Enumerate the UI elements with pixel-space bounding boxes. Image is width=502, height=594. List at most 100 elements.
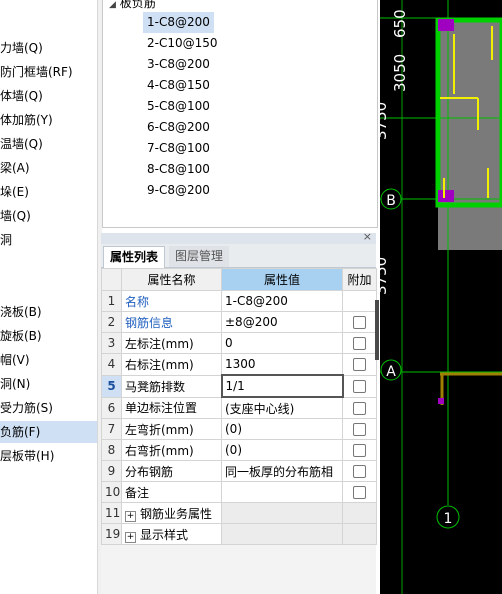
column-marker [438, 398, 444, 404]
extra-checkbox[interactable] [353, 316, 366, 329]
extra-checkbox[interactable] [353, 465, 366, 478]
property-extra-cell [342, 523, 377, 545]
cad-canvas[interactable]: 650 3050 3750 3750 B A 1 [380, 0, 502, 594]
property-row-selected[interactable]: 5 马凳筋排数 1/1 [101, 374, 377, 398]
nav-item[interactable]: 力墙(Q) [0, 37, 43, 59]
tree-item[interactable]: 3-C8@200 [143, 54, 214, 75]
extra-checkbox[interactable] [353, 423, 366, 436]
tree-item[interactable]: 1-C8@200 [143, 12, 214, 33]
row-number: 7 [101, 418, 122, 440]
property-row[interactable]: 8 右弯折(mm) (0) [101, 439, 377, 461]
extra-checkbox[interactable] [353, 380, 367, 393]
property-row[interactable]: 6 单边标注位置 (支座中心线) [101, 396, 377, 419]
column-header-value: 属性值 [221, 268, 343, 291]
row-number: 5 [101, 374, 122, 398]
nav-item[interactable]: 体加筋(Y) [0, 109, 53, 131]
nav-item[interactable]: 垛(E) [0, 181, 29, 203]
property-value[interactable]: ±8@200 [221, 311, 343, 333]
row-number-header [101, 268, 122, 291]
tree-root[interactable]: ◢ 板负筋 [109, 0, 156, 12]
dimension-label: 3750 [380, 257, 390, 295]
tree-item[interactable]: 4-C8@150 [143, 75, 214, 96]
property-value[interactable]: (支座中心线) [221, 396, 343, 419]
row-number: 10 [101, 481, 122, 503]
property-value[interactable]: (0) [221, 439, 343, 461]
nav-item[interactable]: 受力筋(S) [0, 397, 53, 419]
tree-item[interactable]: 6-C8@200 [143, 117, 214, 138]
tree-item[interactable]: 7-C8@100 [143, 138, 214, 159]
property-value[interactable]: 1-C8@200 [221, 290, 343, 312]
nav-item[interactable]: 防门框墙(RF) [0, 61, 73, 83]
property-row[interactable]: 10 备注 [101, 481, 377, 503]
row-number: 9 [101, 460, 122, 482]
collapse-triangle-icon[interactable]: ◢ [109, 0, 116, 10]
nav-item[interactable]: 洞(N) [0, 373, 30, 395]
expand-plus-icon[interactable]: + [125, 531, 136, 543]
property-row[interactable]: 7 左弯折(mm) (0) [101, 418, 377, 440]
nav-item[interactable]: 温墙(Q) [0, 133, 43, 155]
tree-item[interactable]: 2-C10@150 [143, 33, 222, 54]
panel-tabs: 属性列表 图层管理 [101, 244, 376, 268]
nav-item[interactable]: 旋板(B) [0, 325, 42, 347]
row-number: 8 [101, 439, 122, 461]
property-value[interactable]: 同一板厚的分布筋相 [221, 460, 343, 482]
property-group-row[interactable]: 19 + 显示样式 [101, 523, 377, 545]
extra-checkbox[interactable] [353, 358, 366, 372]
nav-item-selected[interactable]: 负筋(F) [0, 421, 97, 443]
row-number: 19 [101, 523, 122, 545]
extra-checkbox[interactable] [353, 486, 366, 499]
row-number: 2 [101, 311, 122, 333]
group-label: 显示样式 [140, 527, 189, 542]
tree-item[interactable]: 8-C8@100 [143, 159, 214, 180]
row-number: 6 [101, 396, 122, 419]
property-extra-cell [342, 502, 377, 524]
properties-panel: × 属性列表 图层管理 属性名称 属性值 附加 1 名称 1-C8@200 2 … [101, 230, 377, 594]
nav-item[interactable]: 梁(A) [0, 157, 30, 179]
property-group-name[interactable]: + 钢筋业务属性 [121, 502, 222, 524]
property-value-editor[interactable]: 1/1 [220, 374, 344, 398]
property-group-row[interactable]: 11 + 钢筋业务属性 [101, 502, 377, 524]
axis-label: B [386, 193, 396, 209]
nav-item[interactable]: 层板带(H) [0, 445, 54, 467]
extra-checkbox[interactable] [353, 401, 366, 415]
property-name: 右弯折(mm) [121, 439, 222, 461]
property-row[interactable]: 1 名称 1-C8@200 [101, 290, 377, 312]
property-row[interactable]: 3 左标注(mm) 0 [101, 332, 377, 354]
property-value[interactable] [221, 481, 343, 503]
property-extra-cell [342, 374, 377, 398]
property-value [221, 502, 343, 524]
row-number: 1 [101, 290, 122, 312]
component-type-nav: 力墙(Q) 防门框墙(RF) 体墙(Q) 体加筋(Y) 温墙(Q) 梁(A) 垛… [0, 0, 97, 594]
close-icon[interactable]: × [363, 230, 372, 243]
property-value [221, 523, 343, 545]
panel-scrollbar[interactable] [375, 300, 379, 360]
property-name: 备注 [121, 481, 222, 503]
nav-item[interactable]: 体墙(Q) [0, 85, 43, 107]
nav-item[interactable]: 帽(V) [0, 349, 30, 371]
tab-property-list[interactable]: 属性列表 [103, 246, 166, 268]
property-row[interactable]: 2 钢筋信息 ±8@200 [101, 311, 377, 333]
property-row[interactable]: 9 分布钢筋 同一板厚的分布筋相 [101, 460, 377, 482]
extra-checkbox[interactable] [353, 444, 366, 457]
property-group-name[interactable]: + 显示样式 [121, 523, 222, 545]
nav-item[interactable]: 浇板(B) [0, 301, 42, 323]
axis-label: 1 [444, 511, 453, 527]
property-value[interactable]: 0 [221, 332, 343, 354]
property-extra-cell [342, 418, 377, 440]
axis-label: A [386, 364, 396, 380]
nav-item[interactable]: 洞 [0, 229, 12, 251]
row-number: 11 [101, 502, 122, 524]
tree-item[interactable]: 9-C8@200 [143, 180, 214, 201]
tab-layer-management[interactable]: 图层管理 [169, 246, 230, 267]
property-value[interactable]: (0) [221, 418, 343, 440]
tree-item[interactable]: 5-C8@100 [143, 96, 214, 117]
property-value[interactable]: 1300 [221, 353, 343, 376]
nav-item[interactable]: 墙(Q) [0, 205, 31, 227]
property-row[interactable]: 4 右标注(mm) 1300 [101, 353, 377, 376]
property-extra-cell [342, 332, 377, 354]
group-label: 钢筋业务属性 [140, 506, 213, 521]
cad-drawing-viewport[interactable]: 650 3050 3750 3750 B A 1 [380, 0, 502, 594]
row-number: 3 [101, 332, 122, 354]
extra-checkbox[interactable] [353, 337, 366, 350]
expand-plus-icon[interactable]: + [125, 510, 136, 522]
